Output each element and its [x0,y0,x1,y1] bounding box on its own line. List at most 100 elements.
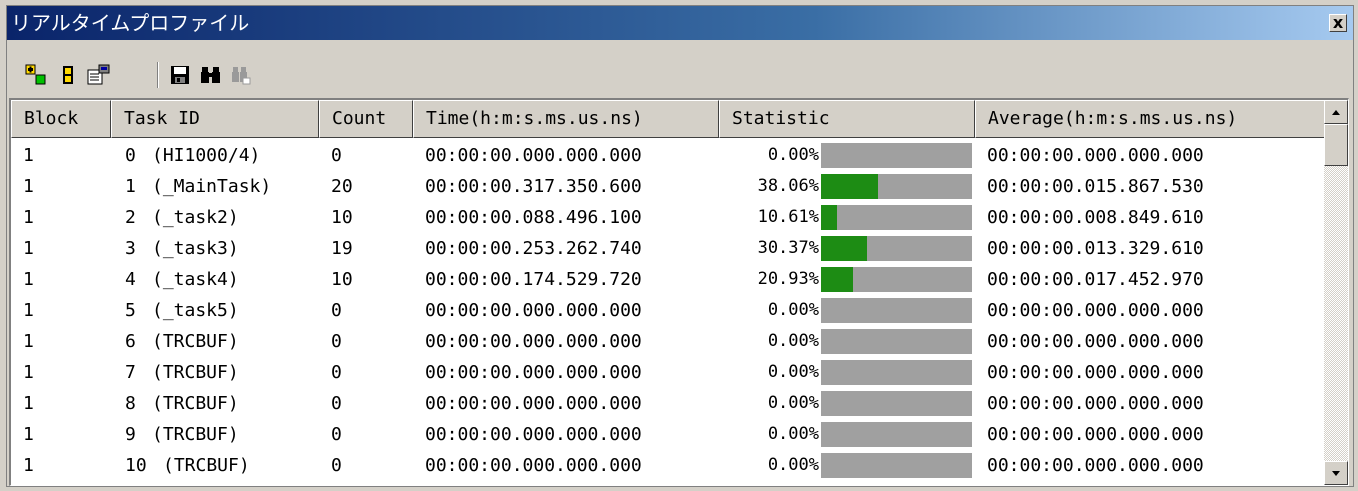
cell-count: 20 [331,176,353,197]
cell-block: 1 [23,176,34,197]
statistic-bar [821,236,972,261]
find-next-button[interactable] [229,64,251,86]
find-button[interactable] [199,64,221,86]
show-bars-button[interactable] [57,64,79,86]
table-row[interactable]: 1 10 00:00:00.088.496.100 00:00:00.008.849.… [11,202,1327,233]
cell-statistic: 0.00% [767,145,819,165]
close-button[interactable]: x [1329,14,1347,32]
scroll-down-button[interactable] [1324,461,1348,485]
cell-task-name: (_task3) [152,238,239,259]
cell-count: 0 [331,455,342,476]
table-row[interactable]: 1 0 00:00:00.000.000.000 00:00:00.000.000.0… [11,357,1327,388]
cell-average: 00:00:00.000.000.000 [987,331,1204,352]
vertical-scrollbar[interactable] [1324,100,1348,485]
cell-time: 00:00:00.000.000.000 [425,331,642,352]
cell-average: 00:00:00.000.000.000 [987,145,1204,166]
statistic-bar [821,360,972,385]
cell-average: 00:00:00.008.849.610 [987,207,1204,228]
table-row[interactable]: 1 19 00:00:00.253.262.740 00:00:00.013.329.… [11,233,1327,264]
cell-task-number: 3 [125,238,136,259]
table-row[interactable]: 1 0 00:00:00.000.000.000 00:00:00.000.000.0… [11,326,1327,357]
statistic-bar [821,329,972,354]
cell-task-name: (TRCBUF) [163,455,250,476]
cell-block: 1 [23,455,34,476]
statistic-bar-fill [821,267,853,292]
table-row[interactable]: 1 0 00:00:00.000.000.000 00:00:00.000.000.0… [11,295,1327,326]
toolbar [7,40,1353,94]
column-header-statistic[interactable]: Statistic [719,100,975,138]
cell-time: 00:00:00.174.529.720 [425,269,642,290]
save-icon [171,66,189,84]
bars-icon [63,66,73,84]
cell-time: 00:00:00.000.000.000 [425,455,642,476]
cell-statistic: 38.06% [757,176,819,196]
find-icon [201,67,220,83]
cell-average: 00:00:00.000.000.000 [987,393,1204,414]
cell-block: 1 [23,207,34,228]
cell-task-name: (_MainTask) [152,176,272,197]
cell-statistic: 30.37% [757,238,819,258]
save-button[interactable] [169,64,191,86]
scroll-up-button[interactable] [1324,100,1348,124]
cell-count: 10 [331,207,353,228]
cell-time: 00:00:00.000.000.000 [425,424,642,445]
column-header-count[interactable]: Count [319,100,413,138]
cell-task-number: 8 [125,393,136,414]
cell-task-number: 10 [125,455,147,476]
cell-statistic: 10.61% [757,207,819,227]
cell-task-number: 0 [125,145,136,166]
cell-time: 00:00:00.317.350.600 [425,176,642,197]
table-row[interactable]: 1 0 00:00:00.000.000.000 00:00:00.000.000.0… [11,388,1327,419]
cell-statistic: 0.00% [767,455,819,475]
cell-block: 1 [23,238,34,259]
cell-block: 1 [23,331,34,352]
statistic-bar [821,143,972,168]
cell-block: 1 [23,362,34,383]
table-row[interactable]: 1 10 00:00:00.174.529.720 00:00:00.017.452.… [11,264,1327,295]
cell-task-name: (_task4) [152,269,239,290]
statistic-bar [821,422,972,447]
cell-average: 00:00:00.000.000.000 [987,455,1204,476]
statistic-bar-fill [821,205,837,230]
toolbar-separator [157,62,159,88]
scroll-thumb[interactable] [1324,124,1348,166]
cell-statistic: 0.00% [767,331,819,351]
cell-time: 00:00:00.088.496.100 [425,207,642,228]
cell-task-name: (_task5) [152,300,239,321]
cell-time: 00:00:00.253.262.740 [425,238,642,259]
table-row[interactable]: 1 0 00:00:00.000.000.000 00:00:00.000.000.0… [11,419,1327,450]
cell-task-number: 1 [125,176,136,197]
cell-task-name: (TRCBUF) [152,424,239,445]
title-bar[interactable]: リアルタイムプロファイル x [7,6,1353,40]
statistic-bar [821,391,972,416]
cell-average: 00:00:00.015.867.530 [987,176,1204,197]
table-row[interactable]: 1 0 00:00:00.000.000.000 00:00:00.000.000.0… [11,140,1327,171]
cell-task-name: (HI1000/4) [152,145,261,166]
cell-block: 1 [23,424,34,445]
statistic-bar [821,174,972,199]
column-header-average[interactable]: Average(h:m:s.ms.us.ns) [975,100,1325,138]
column-header-block[interactable]: Block [11,100,111,138]
properties-icon [87,64,110,85]
cell-count: 0 [331,300,342,321]
cell-task-number: 5 [125,300,136,321]
properties-button[interactable] [87,64,110,86]
cell-task-number: 7 [125,362,136,383]
statistic-bar-fill [821,174,878,199]
cell-average: 00:00:00.017.452.970 [987,269,1204,290]
window-title: リアルタイムプロファイル [11,11,250,35]
cell-count: 0 [331,362,342,383]
add-icon [25,64,46,85]
add-button[interactable] [25,64,47,86]
column-header-task-id[interactable]: Task ID [111,100,319,138]
profile-table: Block Task ID Count Time(h:m:s.ms.us.ns)… [9,98,1349,486]
cell-count: 0 [331,331,342,352]
column-header-time[interactable]: Time(h:m:s.ms.us.ns) [413,100,719,138]
cell-statistic: 20.93% [757,269,819,289]
cell-task-name: (TRCBUF) [152,393,239,414]
cell-statistic: 0.00% [767,393,819,413]
table-row[interactable]: 1 0 00:00:00.000.000.000 00:00:00.000.000.0… [11,450,1327,481]
table-row[interactable]: 1 20 00:00:00.317.350.600 00:00:00.015.867.… [11,171,1327,202]
find-next-icon [232,67,251,85]
cell-count: 0 [331,145,342,166]
